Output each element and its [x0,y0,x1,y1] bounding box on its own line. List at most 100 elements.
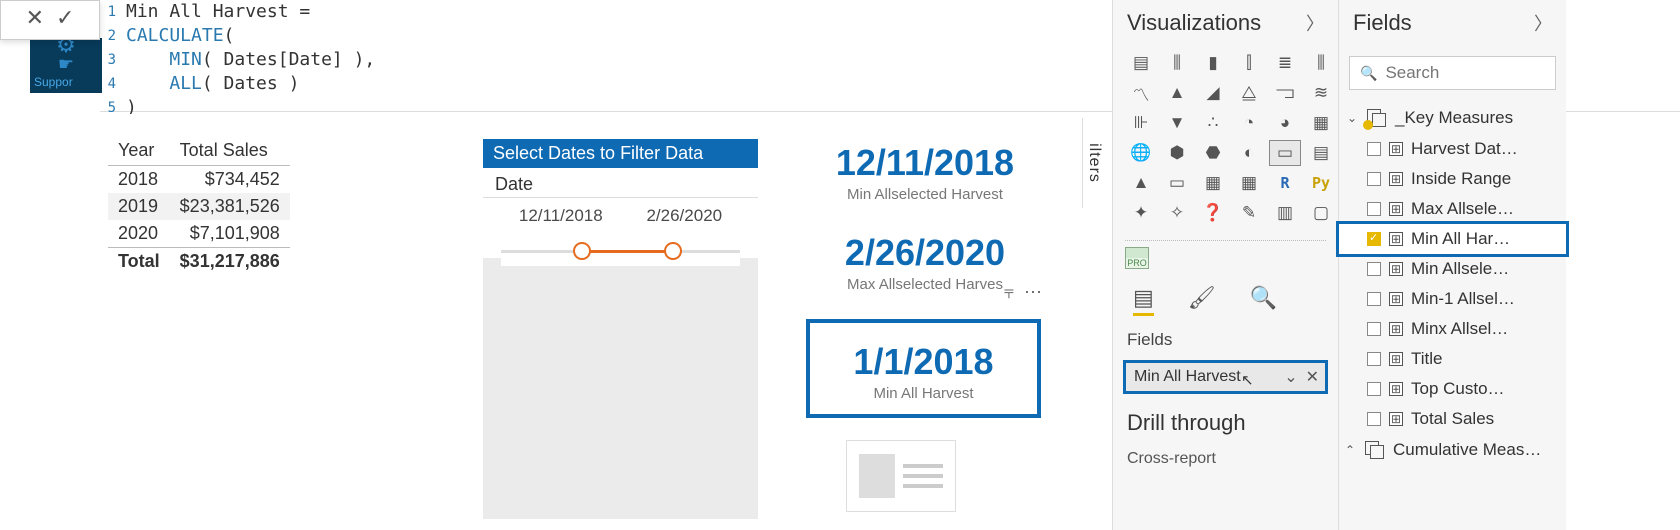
viz-clustered-col[interactable]: ⫿ [1233,50,1265,76]
viz-multi-card[interactable]: ▤ [1305,140,1337,166]
checkbox[interactable] [1367,352,1381,366]
viz-kpi[interactable]: ▲ [1125,170,1157,196]
field-label: Min Allsele… [1411,259,1509,279]
viz-area[interactable]: ▲ [1161,80,1193,106]
checkbox[interactable] [1367,292,1381,306]
slider-handle-end[interactable] [664,242,682,260]
field-harvest-dat-[interactable]: Harvest Dat… [1339,134,1566,164]
viz-map[interactable]: 🌐 [1125,140,1157,166]
slider-handle-start[interactable] [573,242,591,260]
field-label: Title [1411,349,1443,369]
table-row: 2018 $734,452 [108,166,290,194]
viz-card[interactable]: ▭ [1269,140,1301,166]
viz-table[interactable]: ▦ [1197,170,1229,196]
card-min-allselected[interactable]: 12/11/2018 Min Allselected Harvest [810,142,1040,203]
sales-table[interactable]: Year Total Sales 2018 $734,452 2019 $23,… [108,136,290,275]
field-max-allsele-[interactable]: Max Allsele… [1339,194,1566,224]
more-icon[interactable]: ⋯ [1024,282,1042,303]
viz-key-influencers[interactable]: ✦ [1125,200,1157,226]
viz-clustered-bar[interactable]: ⫼ [1161,50,1193,76]
chevron-down-icon[interactable]: ⌄ [1284,367,1297,387]
checkbox[interactable] [1367,322,1381,336]
chevron-right-icon[interactable]: 〉 [1306,10,1324,36]
viz-powerapps[interactable]: ▢ [1305,200,1337,226]
viz-gauge[interactable]: ◐ [1233,140,1265,166]
field-top-custo-[interactable]: Top Custo… [1339,374,1566,404]
field-min-allsele-[interactable]: Min Allsele… [1339,254,1566,284]
field-well[interactable]: Min All Harvest ↖ ⌄ ✕ [1123,360,1328,394]
checkbox[interactable] [1367,412,1381,426]
chevron-right-icon[interactable]: 〉 [1534,10,1552,36]
viz-r[interactable]: R [1269,170,1301,196]
viz-paginated[interactable]: ▥ [1269,200,1301,226]
remove-field-icon[interactable]: ✕ [1306,367,1319,387]
field-inside-range[interactable]: Inside Range [1339,164,1566,194]
field-min-all-har-[interactable]: Min All Har… [1339,224,1566,254]
field-label: Total Sales [1411,409,1494,429]
viz-narrative[interactable]: ✎ [1233,200,1265,226]
cancel-icon[interactable]: ✕ [26,7,44,29]
viz-waterfall[interactable]: ⊪ [1125,110,1157,136]
slicer-track[interactable] [501,238,740,266]
slicer-start[interactable]: 12/11/2018 [519,206,603,226]
fields-tab-icon[interactable]: ▤ [1133,285,1154,316]
viz-line[interactable]: 〽 [1125,80,1157,106]
card-max-allselected[interactable]: 2/26/2020 Max Allselected Harves ⫧ ⋯ [810,232,1040,293]
viz-pie[interactable]: ◔ [1233,110,1265,136]
viz-clustered-col-100[interactable]: ⫼ [1305,50,1337,76]
commit-icon[interactable]: ✓ [56,7,74,29]
checkbox[interactable] [1367,202,1381,216]
viz-donut[interactable]: ◕ [1269,110,1301,136]
checkbox[interactable] [1367,382,1381,396]
checkbox[interactable] [1367,262,1381,276]
fields-search[interactable]: 🔍 [1349,56,1556,90]
viz-ribbon[interactable]: ≋ [1305,80,1337,106]
measure-icon [1389,322,1403,336]
viz-filled-map[interactable]: ⬢ [1161,140,1193,166]
viz-matrix[interactable]: ▦ [1233,170,1265,196]
blank-visual-placeholder[interactable] [846,440,956,512]
checkbox[interactable] [1367,232,1381,246]
viz-stacked-bar[interactable]: ▤ [1125,50,1157,76]
viz-treemap[interactable]: ▦ [1305,110,1337,136]
search-input[interactable] [1385,63,1606,83]
table-key-measures[interactable]: ⌄ _Key Measures [1339,102,1566,134]
field-title[interactable]: Title [1339,344,1566,374]
viz-line-col2[interactable]: ⫎ [1269,80,1301,106]
viz-shape-map[interactable]: ⬣ [1197,140,1229,166]
cursor-icon: ↖ [1241,371,1254,389]
checkbox[interactable] [1367,172,1381,186]
format-tab-icon[interactable]: 🖌 [1188,285,1216,316]
measure-icon [1389,142,1403,156]
viz-stacked-col[interactable]: ▮ [1197,50,1229,76]
formula-controls: ✕ ✓ [0,0,100,40]
checkbox[interactable] [1367,142,1381,156]
measure-icon [1389,172,1403,186]
viz-stacked-area[interactable]: ◢ [1197,80,1229,106]
report-canvas[interactable]: Year Total Sales 2018 $734,452 2019 $23,… [0,114,1100,519]
viz-stacked-bar-100[interactable]: ≣ [1269,50,1301,76]
viz-py[interactable]: Py [1305,170,1337,196]
fields-section-label: Fields [1113,324,1338,360]
table-cumulative[interactable]: ⌃ Cumulative Meas… [1339,434,1566,466]
field-total-sales[interactable]: Total Sales [1339,404,1566,434]
card-min-all-harvest[interactable]: 1/1/2018 Min All Harvest [806,319,1041,418]
visualization-gallery: ▤⫼▮⫿≣⫼〽▲◢⧋⫎≋⊪▼∴◔◕▦🌐⬢⬣◐▭▤▲▭▦▦RPy✦✧❓✎▥▢ [1113,50,1338,234]
viz-slicer[interactable]: ▭ [1161,170,1193,196]
date-slicer[interactable]: Select Dates to Filter Data Date 12/11/2… [483,139,758,519]
field-label: Minx Allsel… [1411,319,1508,339]
field-minx-allsel-[interactable]: Minx Allsel… [1339,314,1566,344]
viz-funnel[interactable]: ▼ [1161,110,1193,136]
slicer-end[interactable]: 2/26/2020 [646,206,722,226]
pro-visual-icon[interactable]: PRO [1125,247,1149,269]
viz-qa[interactable]: ❓ [1197,200,1229,226]
filter-icon[interactable]: ⫧ [1004,282,1014,303]
measure-icon [1389,382,1403,396]
viz-scatter[interactable]: ∴ [1197,110,1229,136]
measure-icon [1389,352,1403,366]
viz-line-col[interactable]: ⧋ [1233,80,1265,106]
filters-pane-collapsed[interactable]: ilters [1082,118,1104,208]
viz-decomp[interactable]: ✧ [1161,200,1193,226]
field-min-1-allsel-[interactable]: Min-1 Allsel… [1339,284,1566,314]
analytics-tab-icon[interactable]: 🔍 [1250,285,1277,316]
